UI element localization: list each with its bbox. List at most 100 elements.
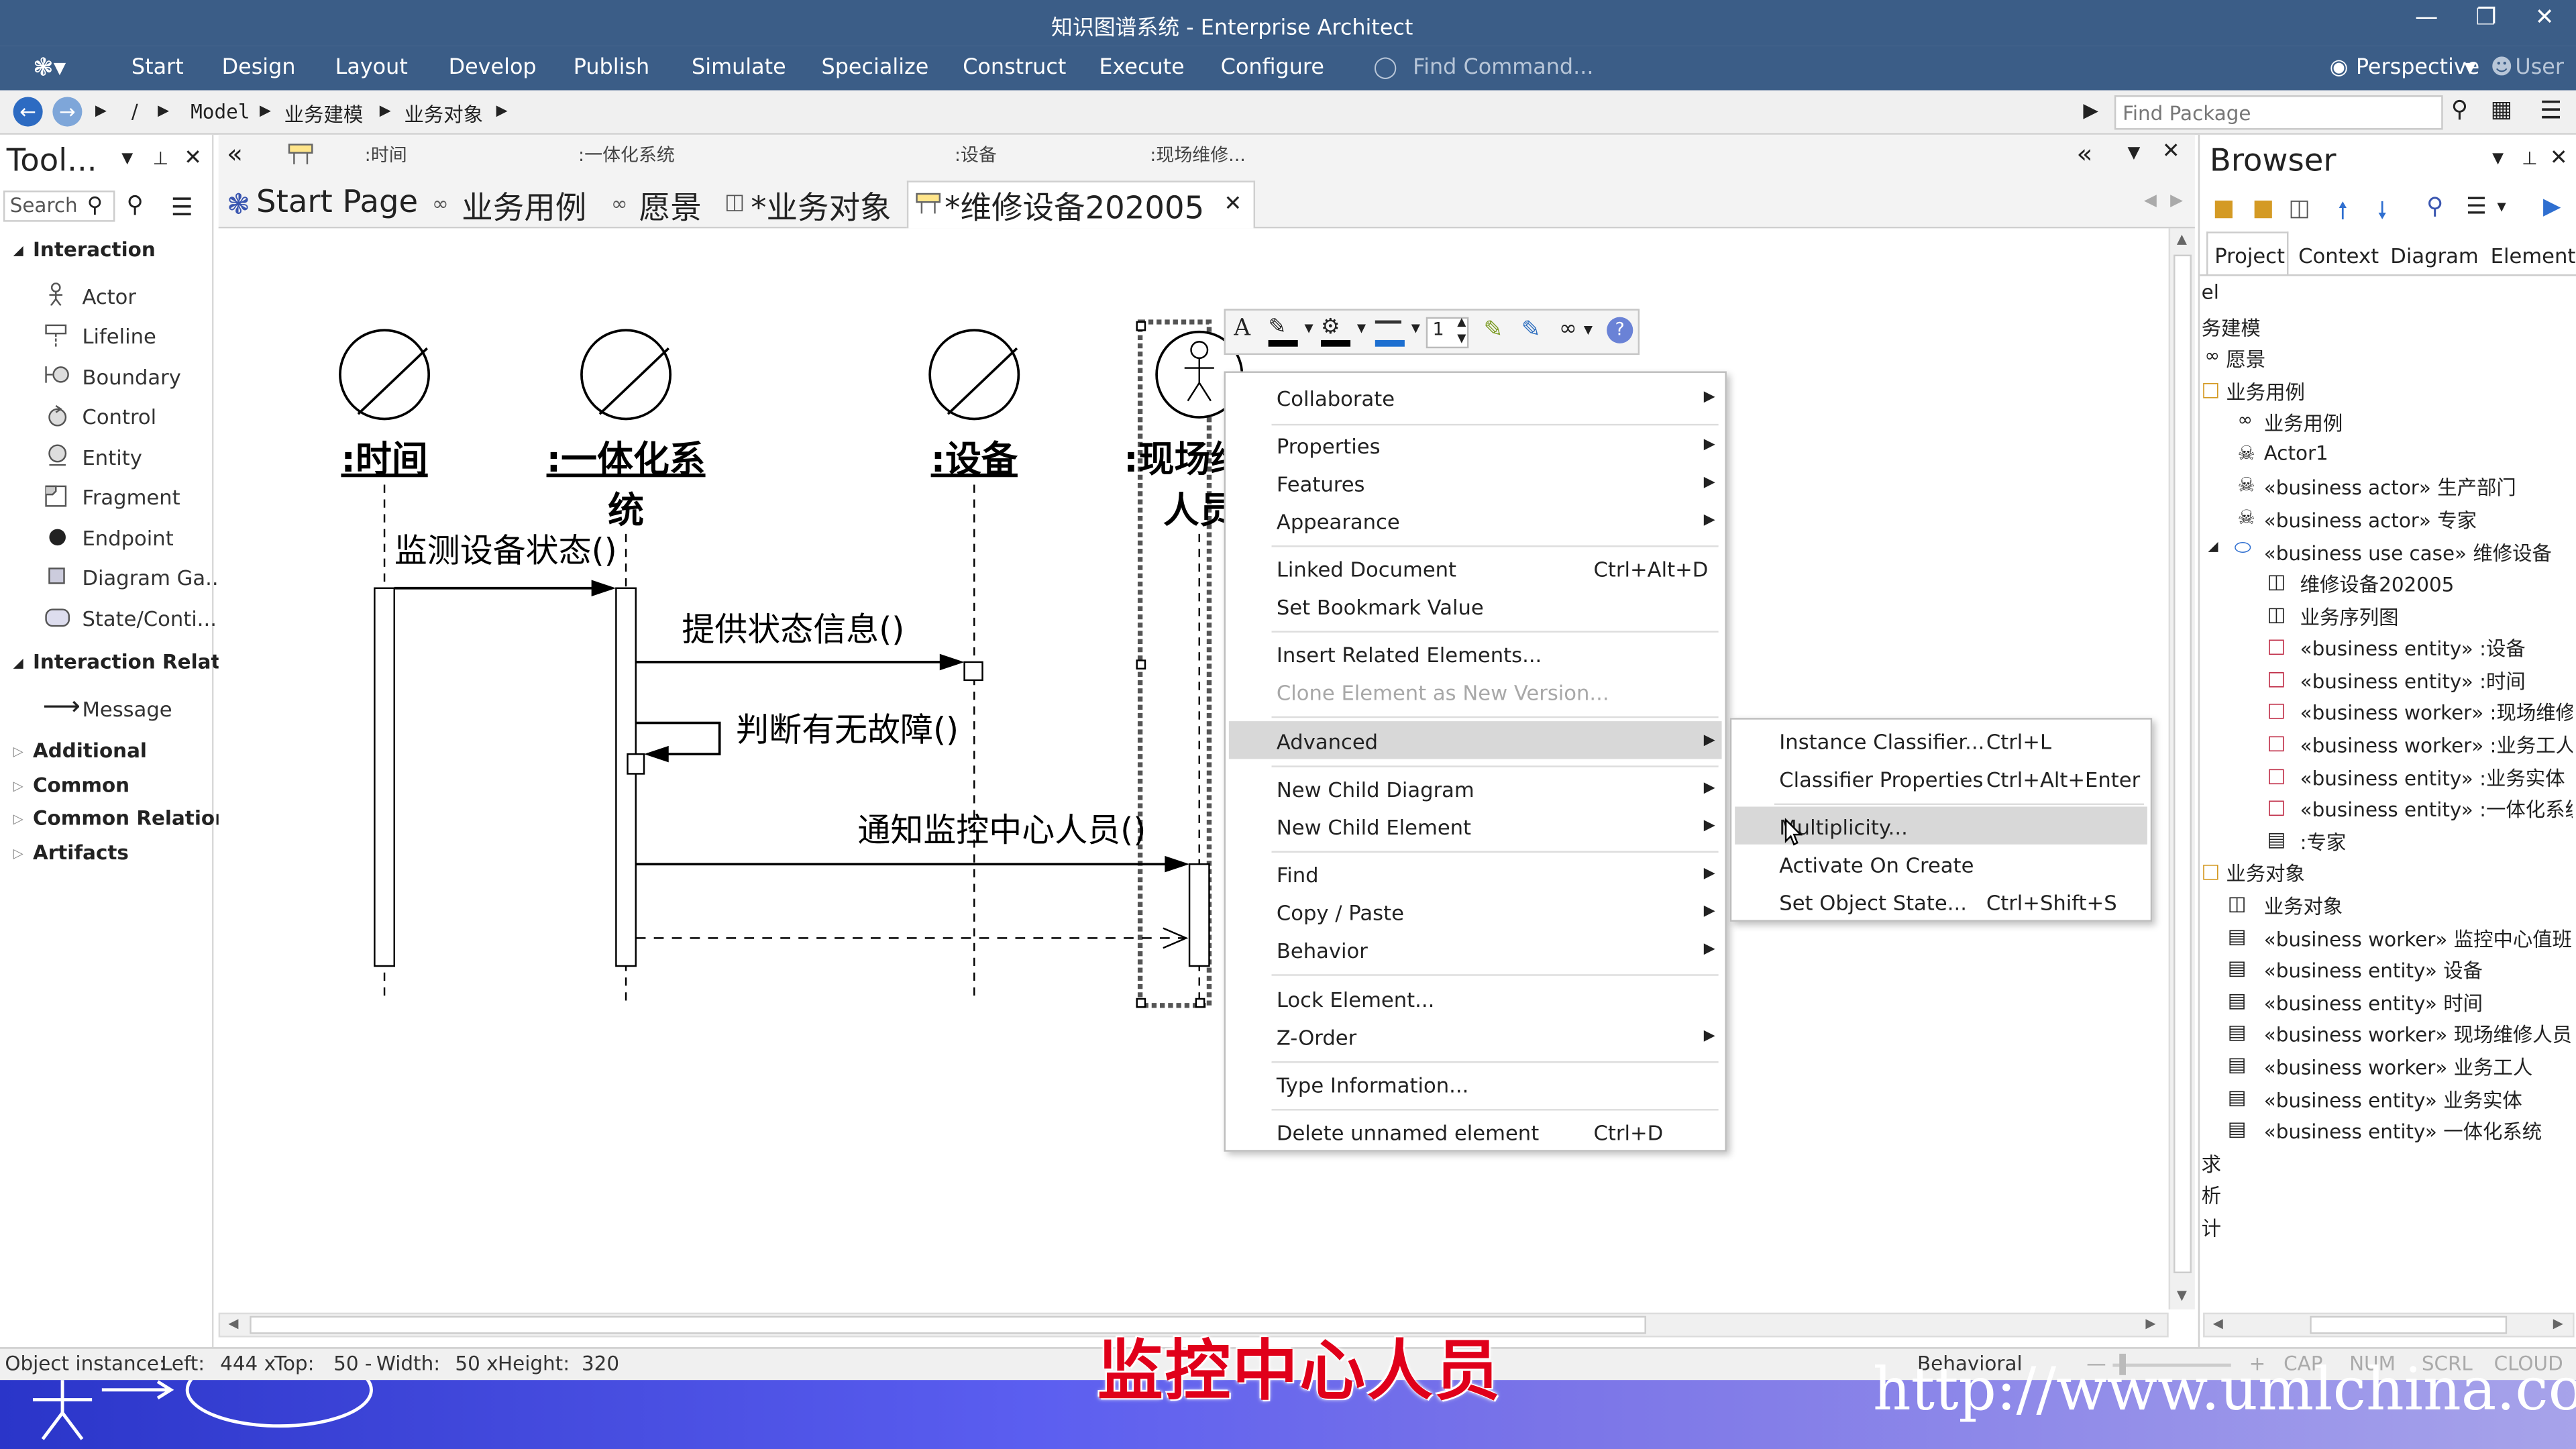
tab-vision[interactable]: 愿景 — [639, 184, 702, 228]
menu-item-advanced[interactable]: Advanced — [1277, 729, 1378, 754]
group-common[interactable]: Common — [33, 773, 129, 796]
tree-item[interactable]: 愿景 — [2226, 345, 2265, 373]
menu-configure[interactable]: Configure — [1221, 56, 1324, 80]
group-common-relations[interactable]: Common Relations — [33, 806, 241, 829]
menu-design[interactable]: Design — [222, 56, 296, 80]
menu-item-delete-unnamed[interactable]: Delete unnamed element — [1277, 1120, 1539, 1145]
menu-layout[interactable]: Layout — [335, 56, 408, 80]
tree-item[interactable]: 业务序列图 — [2300, 603, 2399, 631]
scroll-tabs-left-icon[interactable]: ◀ — [2144, 193, 2157, 211]
chevron-down-icon[interactable]: ▼ — [1357, 322, 1366, 335]
tree-item[interactable]: 求 — [2202, 1150, 2221, 1178]
browser-horizontal-scrollbar[interactable]: ◀ ▶ — [2203, 1312, 2575, 1338]
expand-icon[interactable]: ▷ — [13, 779, 23, 794]
chevron-down-icon[interactable]: ▼ — [2127, 145, 2140, 163]
menu-item-lock-element[interactable]: Lock Element... — [1277, 987, 1434, 1012]
tree-item[interactable]: «business worker» 监控中心值班 — [2264, 925, 2572, 953]
message-provide-state-info[interactable]: 提供状态信息() — [635, 610, 965, 671]
close-window-icon[interactable]: ✕ — [2535, 5, 2555, 31]
menu-execute[interactable]: Execute — [1099, 56, 1184, 80]
group-interaction[interactable]: Interaction — [33, 238, 156, 261]
tool-lifeline[interactable]: Lifeline — [82, 323, 156, 348]
menu-item-z-order[interactable]: Z-Order — [1277, 1025, 1356, 1050]
expand-icon[interactable]: ▷ — [13, 812, 23, 826]
grid-icon[interactable]: ▦ — [2491, 97, 2512, 123]
tree-item[interactable]: 业务对象 — [2264, 892, 2343, 920]
horizontal-scroll-thumb[interactable] — [2310, 1316, 2508, 1334]
message-monitor-device-state[interactable]: 监测设备状态() — [394, 532, 617, 596]
line-color-icon[interactable] — [1375, 320, 1401, 324]
link-icon[interactable]: ∞ — [1559, 317, 1577, 342]
tree-item[interactable]: «business worker» 业务工人 — [2264, 1053, 2533, 1081]
scroll-right-icon[interactable]: ▶ — [2553, 1316, 2563, 1331]
menu-item-insert-related[interactable]: Insert Related Elements... — [1277, 643, 1542, 667]
tool-fragment[interactable]: Fragment — [82, 484, 180, 509]
vertical-scroll-thumb[interactable] — [2174, 254, 2192, 1273]
tree-item[interactable]: «business worker» :现场维修 — [2300, 698, 2573, 727]
collapse-left-icon[interactable]: « — [2077, 138, 2093, 170]
menu-item-new-child-element[interactable]: New Child Element — [1277, 815, 1471, 840]
collapse-icon[interactable]: ◢ — [13, 655, 23, 670]
menu-item-collaborate[interactable]: Collaborate — [1277, 386, 1395, 411]
scroll-left-icon[interactable]: ◀ — [228, 1316, 238, 1331]
group-additional[interactable]: Additional — [33, 739, 147, 762]
tree-item[interactable]: :专家 — [2300, 828, 2347, 856]
message-notify-monitor-center[interactable]: 通知监控中心人员() — [635, 811, 1190, 873]
search-options-icon[interactable]: ⚲ — [127, 193, 144, 219]
hamburger-menu-icon[interactable]: ☰ — [171, 193, 193, 222]
pin-icon[interactable]: ⊥ — [153, 148, 168, 169]
help-icon[interactable]: ? — [1607, 317, 1633, 343]
move-up-icon[interactable]: 🠕 — [2338, 194, 2348, 233]
menu-item-type-information[interactable]: Type Information... — [1277, 1073, 1468, 1097]
close-icon[interactable]: ✕ — [184, 146, 202, 171]
chevron-down-icon[interactable]: ▼ — [1305, 322, 1313, 335]
tree-item[interactable]: «business entity» 时间 — [2264, 989, 2483, 1017]
expand-icon[interactable]: ▷ — [13, 846, 23, 861]
chevron-down-icon[interactable]: ▼ — [2492, 151, 2504, 167]
browser-menu-icon[interactable]: ☰ — [2466, 194, 2487, 220]
find-package-input[interactable]: Find Package — [2114, 95, 2443, 130]
menu-item-activate-on-create[interactable]: Activate On Create — [1779, 853, 1974, 877]
menu-item-set-bookmark[interactable]: Set Bookmark Value — [1277, 595, 1484, 620]
forward-icon[interactable]: → — [52, 97, 83, 127]
tab-start-page[interactable]: Start Page — [256, 184, 418, 220]
new-diagram-icon[interactable]: ◫ — [2288, 195, 2310, 221]
menu-item-behavior[interactable]: Behavior — [1277, 938, 1368, 963]
ea-logo-icon[interactable]: ❃▾ — [33, 52, 66, 82]
menu-item-new-child-diagram[interactable]: New Child Diagram — [1277, 777, 1474, 802]
menu-item-set-object-state[interactable]: Set Object State... — [1779, 890, 1967, 915]
menu-item-find[interactable]: Find — [1277, 863, 1319, 888]
tree-item[interactable]: «business entity» :一体化系统 — [2300, 795, 2573, 823]
perspective-button[interactable]: Perspective — [2356, 56, 2479, 80]
play-icon[interactable]: ▶ — [2083, 99, 2098, 121]
tool-message[interactable]: Message — [82, 696, 172, 721]
tool-entity[interactable]: Entity — [82, 445, 142, 470]
tab-business-usecase[interactable]: 业务用例 — [462, 184, 586, 228]
chevron-down-icon[interactable]: ▼ — [1411, 322, 1420, 335]
chevron-down-icon[interactable]: ▼ — [2497, 201, 2506, 214]
search-icon[interactable]: ⚲ — [2451, 97, 2468, 123]
pin-icon[interactable]: ⊥ — [2522, 148, 2537, 169]
move-down-icon[interactable]: 🠗 — [2377, 194, 2387, 233]
tree-item[interactable]: «business entity» 业务实体 — [2264, 1086, 2522, 1114]
menu-item-instance-classifier[interactable]: Instance Classifier... — [1779, 729, 1984, 754]
tool-actor[interactable]: Actor — [82, 284, 136, 309]
tree-item[interactable]: 业务对象 — [2226, 859, 2305, 888]
tree-item[interactable]: 务建模 — [2202, 314, 2261, 342]
collapse-icon[interactable]: ◢ — [2208, 539, 2218, 553]
search-icon[interactable]: ⚲ — [87, 194, 103, 219]
tree-item[interactable]: «business entity» 一体化系统 — [2264, 1117, 2542, 1145]
menu-start[interactable]: Start — [131, 56, 184, 80]
tree-item[interactable]: «business use case» 维修设备 — [2264, 539, 2552, 567]
menu-simulate[interactable]: Simulate — [692, 56, 786, 80]
scroll-tabs-right-icon[interactable]: ▶ — [2170, 193, 2183, 211]
breadcrumb-root[interactable]: / — [131, 100, 138, 123]
message-return[interactable] — [635, 927, 1189, 949]
new-package-icon[interactable]: ■ — [2213, 195, 2235, 221]
scroll-up-icon[interactable]: ▲ — [2177, 231, 2187, 246]
message-check-fault[interactable]: 判断有无故障() — [635, 710, 959, 763]
menu-item-appearance[interactable]: Appearance — [1277, 509, 1400, 534]
scroll-right-icon[interactable]: ▶ — [2145, 1316, 2155, 1331]
tab-repair-device[interactable]: *维修设备202005 — [945, 184, 1204, 228]
menu-develop[interactable]: Develop — [449, 56, 537, 80]
